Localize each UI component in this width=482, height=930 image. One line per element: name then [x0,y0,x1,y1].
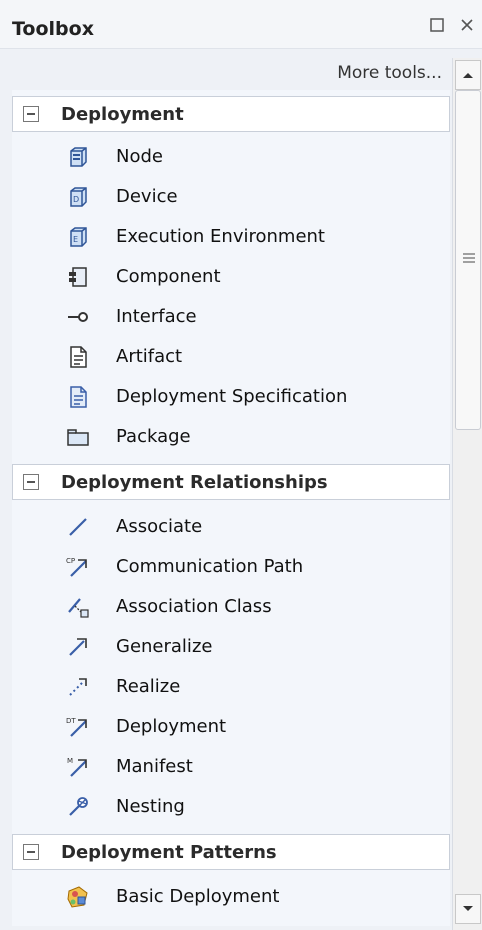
tool-artifact[interactable]: Artifact [12,338,450,378]
grip-icon [463,253,475,263]
component-icon [69,267,87,287]
package-icon [67,429,89,446]
section-deployment-relationships[interactable]: Deployment Relationships [12,464,450,500]
tool-label: Component [116,266,221,287]
tool-interface[interactable]: Interface [12,298,450,338]
tool-execution-environment[interactable]: E Execution Environment [12,218,450,258]
svg-text:D: D [73,195,79,204]
svg-text:M: M [67,757,73,765]
vertical-scrollbar[interactable] [452,58,482,930]
artifact-icon [70,346,87,368]
chevron-up-icon [463,73,473,78]
tool-label: Nesting [116,796,185,817]
basic-deployment-icon [67,886,88,908]
more-tools-link[interactable]: More tools... [337,63,442,83]
tool-label: Manifest [116,756,193,777]
device-icon: D [70,187,87,207]
tool-associate[interactable]: Associate [12,508,450,548]
section-deployment-patterns[interactable]: Deployment Patterns [12,834,450,870]
close-icon[interactable] [456,14,478,36]
svg-text:DT: DT [66,717,76,725]
associate-icon [69,518,87,536]
tool-label: Node [116,146,163,167]
realize-icon [69,678,87,696]
tool-realize[interactable]: Realize [12,668,450,708]
tool-label: Device [116,186,178,207]
tool-label: Communication Path [116,556,304,577]
tool-label: Deployment [116,716,227,737]
tool-label: Generalize [116,636,213,657]
tool-label: Interface [116,306,197,327]
tool-label: Deployment Specification [116,386,348,407]
execution-environment-icon: E [70,227,87,247]
tool-nesting[interactable]: Nesting [12,788,450,828]
scroll-up-button[interactable] [455,60,481,90]
deployment-specification-icon [70,386,87,408]
toolbox-panel: Deployment Node D Device E Execution Env… [12,90,450,926]
interface-icon [68,312,88,322]
section-label: Deployment Patterns [61,842,277,863]
svg-text:E: E [73,235,78,244]
scroll-thumb[interactable] [455,90,481,430]
tool-label: Realize [116,676,181,697]
tool-package[interactable]: Package [12,418,450,458]
communication-path-icon: CP [66,557,87,577]
toolbox-titlebar: Toolbox [0,0,482,49]
tool-label: Artifact [116,346,183,367]
collapse-icon[interactable] [23,106,39,122]
manifest-icon: M [67,757,87,777]
chevron-down-icon [463,906,473,911]
tool-node[interactable]: Node [12,138,450,178]
deployment-icon: DT [66,717,87,737]
tool-deployment-specification[interactable]: Deployment Specification [12,378,450,418]
tool-label: Basic Deployment [116,886,280,907]
section-deployment[interactable]: Deployment [12,96,450,132]
tool-label: Execution Environment [116,226,325,247]
nesting-icon [69,797,88,816]
toolbox-title: Toolbox [12,18,94,40]
tool-label: Association Class [116,596,272,617]
tool-generalize[interactable]: Generalize [12,628,450,668]
generalize-icon [69,638,87,656]
tool-basic-deployment[interactable]: Basic Deployment [12,878,450,918]
svg-text:CP: CP [66,557,75,565]
section-label: Deployment [61,104,184,125]
tool-device[interactable]: D Device [12,178,450,218]
tool-association-class[interactable]: Association Class [12,588,450,628]
association-class-icon [68,598,89,618]
toolbox-window: Toolbox More tools... Deployment Node D … [0,0,482,930]
tool-component[interactable]: Component [12,258,450,298]
scroll-down-button[interactable] [455,894,481,924]
tool-communication-path[interactable]: CP Communication Path [12,548,450,588]
tool-label: Package [116,426,191,447]
node-icon [70,147,87,167]
tool-deployment[interactable]: DT Deployment [12,708,450,748]
tool-manifest[interactable]: M Manifest [12,748,450,788]
section-label: Deployment Relationships [61,472,328,493]
collapse-icon[interactable] [23,474,39,490]
tool-label: Associate [116,516,203,537]
restore-icon[interactable] [426,14,448,36]
collapse-icon[interactable] [23,844,39,860]
